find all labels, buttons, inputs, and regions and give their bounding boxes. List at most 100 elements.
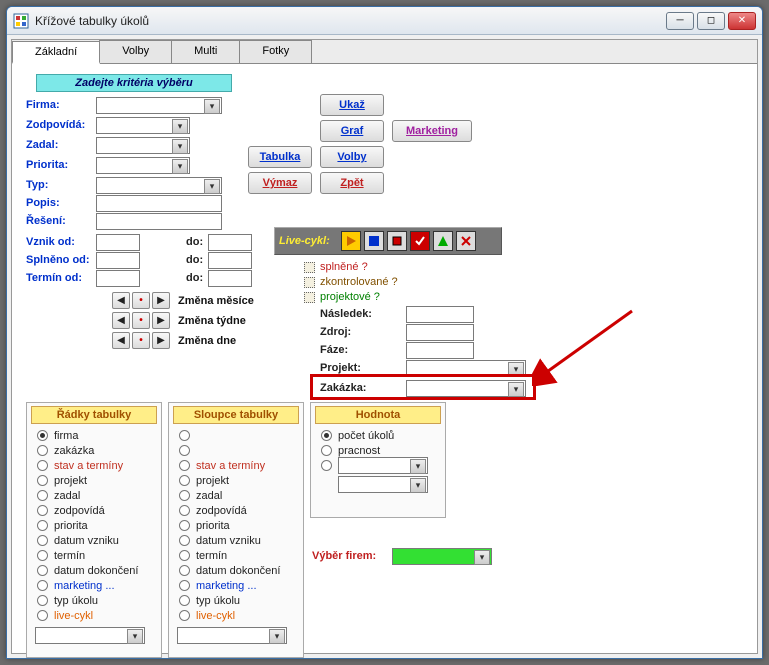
close-button[interactable]: ✕ xyxy=(728,12,756,30)
cols-extra-combo[interactable] xyxy=(177,627,287,644)
radio-item[interactable]: datum vzniku xyxy=(169,533,303,548)
tab-zakladni[interactable]: Základní xyxy=(12,41,100,64)
cols-panel: Sloupce tabulky stav a termínyprojektzad… xyxy=(168,402,304,658)
input-termin-od[interactable] xyxy=(96,270,140,287)
radio-item[interactable]: zakázka xyxy=(27,443,161,458)
value-radio-combo1[interactable] xyxy=(311,458,445,473)
month-prev[interactable]: ◀ xyxy=(112,292,130,309)
radio-item[interactable] xyxy=(169,443,303,458)
input-termin-do[interactable] xyxy=(208,270,252,287)
input-reseni[interactable] xyxy=(96,213,222,230)
radio-item[interactable]: datum dokončení xyxy=(169,563,303,578)
week-reset[interactable]: • xyxy=(132,312,150,329)
rows-extra-combo[interactable] xyxy=(35,627,145,644)
value-radio-pracnost[interactable]: pracnost xyxy=(311,443,445,458)
label-zodpovida: Zodpovídá: xyxy=(26,119,85,131)
value-radio-combo2[interactable] xyxy=(311,477,445,492)
label-popis: Popis: xyxy=(26,197,60,209)
week-prev[interactable]: ◀ xyxy=(112,312,130,329)
radio-item[interactable]: termín xyxy=(27,548,161,563)
value-panel-title: Hodnota xyxy=(315,406,441,424)
label-vznik-do: do: xyxy=(186,236,203,248)
volby-button[interactable]: Volby xyxy=(320,146,384,168)
tab-fotky[interactable]: Fotky xyxy=(239,40,312,63)
input-zodpovida[interactable] xyxy=(96,117,190,134)
label-vyber-firem: Výběr firem: xyxy=(312,550,376,562)
radio-item[interactable]: termín xyxy=(169,548,303,563)
input-vznik-od[interactable] xyxy=(96,234,140,251)
label-termin-do: do: xyxy=(186,272,203,284)
label-zadal: Zadal: xyxy=(26,139,58,151)
app-icon xyxy=(13,13,29,29)
lc-check-icon[interactable] xyxy=(410,231,430,251)
vymaz-button[interactable]: Výmaz xyxy=(248,172,312,194)
radio-item[interactable]: typ úkolu xyxy=(169,593,303,608)
radio-item[interactable]: zadal xyxy=(169,488,303,503)
lc-square-blue-icon[interactable] xyxy=(364,231,384,251)
marketing-button[interactable]: Marketing xyxy=(392,120,472,142)
label-zakazka: Zakázka: xyxy=(320,382,366,394)
value-combo1[interactable] xyxy=(338,457,428,474)
ukaz-button[interactable]: Ukaž xyxy=(320,94,384,116)
radio-item[interactable]: zodpovídá xyxy=(169,503,303,518)
radio-item[interactable]: datum dokončení xyxy=(27,563,161,578)
day-next[interactable]: ▶ xyxy=(152,332,170,349)
minimize-button[interactable]: ─ xyxy=(666,12,694,30)
tabulka-button[interactable]: Tabulka xyxy=(248,146,312,168)
label-zmena-dne: Změna dne xyxy=(178,335,236,347)
radio-item[interactable]: live-cykl xyxy=(169,608,303,623)
tab-volby[interactable]: Volby xyxy=(99,40,172,63)
tab-multi[interactable]: Multi xyxy=(171,40,240,63)
value-combo2[interactable] xyxy=(338,476,428,493)
zpet-button[interactable]: Zpět xyxy=(320,172,384,194)
value-radio-pocet[interactable]: počet úkolů xyxy=(311,428,445,443)
radio-item[interactable]: typ úkolu xyxy=(27,593,161,608)
input-typ[interactable] xyxy=(96,177,222,194)
input-vyber-firem[interactable] xyxy=(392,548,492,565)
label-splneno-od: Splněno od: xyxy=(26,254,90,266)
week-next[interactable]: ▶ xyxy=(152,312,170,329)
input-popis[interactable] xyxy=(96,195,222,212)
radio-item[interactable]: zadal xyxy=(27,488,161,503)
radio-item[interactable]: marketing ... xyxy=(169,578,303,593)
radio-item[interactable]: zodpovídá xyxy=(27,503,161,518)
lc-play-icon[interactable] xyxy=(341,231,361,251)
month-reset[interactable]: • xyxy=(132,292,150,309)
label-projekt: Projekt: xyxy=(320,362,361,374)
input-faze[interactable] xyxy=(406,342,474,359)
input-projekt[interactable] xyxy=(406,360,526,377)
radio-item[interactable]: marketing ... xyxy=(27,578,161,593)
input-nasledek[interactable] xyxy=(406,306,474,323)
radio-item[interactable]: datum vzniku xyxy=(27,533,161,548)
radio-item[interactable]: priorita xyxy=(27,518,161,533)
input-vznik-do[interactable] xyxy=(208,234,252,251)
label-termin-od: Termín od: xyxy=(26,272,82,284)
client-area: Základní Volby Multi Fotky Zadejte krité… xyxy=(11,39,758,654)
input-splneno-od[interactable] xyxy=(96,252,140,269)
check-zkontrolovane[interactable] xyxy=(304,277,315,288)
input-zadal[interactable] xyxy=(96,137,190,154)
check-projektove[interactable] xyxy=(304,292,315,303)
input-zdroj[interactable] xyxy=(406,324,474,341)
radio-item[interactable]: priorita xyxy=(169,518,303,533)
input-zakazka[interactable] xyxy=(406,380,526,397)
radio-item[interactable]: projekt xyxy=(169,473,303,488)
month-next[interactable]: ▶ xyxy=(152,292,170,309)
day-prev[interactable]: ◀ xyxy=(112,332,130,349)
radio-item[interactable] xyxy=(169,428,303,443)
maximize-button[interactable]: ◻ xyxy=(697,12,725,30)
lc-stop-icon[interactable] xyxy=(387,231,407,251)
graf-button[interactable]: Graf xyxy=(320,120,384,142)
radio-item[interactable]: projekt xyxy=(27,473,161,488)
radio-item[interactable]: live-cykl xyxy=(27,608,161,623)
input-priorita[interactable] xyxy=(96,157,190,174)
radio-item[interactable]: stav a termíny xyxy=(169,458,303,473)
day-reset[interactable]: • xyxy=(132,332,150,349)
input-splneno-do[interactable] xyxy=(208,252,252,269)
radio-item[interactable]: firma xyxy=(27,428,161,443)
radio-item[interactable]: stav a termíny xyxy=(27,458,161,473)
lc-triangle-icon[interactable] xyxy=(433,231,453,251)
check-splnene[interactable] xyxy=(304,262,315,273)
lc-x-icon[interactable] xyxy=(456,231,476,251)
input-firma[interactable] xyxy=(96,97,222,114)
